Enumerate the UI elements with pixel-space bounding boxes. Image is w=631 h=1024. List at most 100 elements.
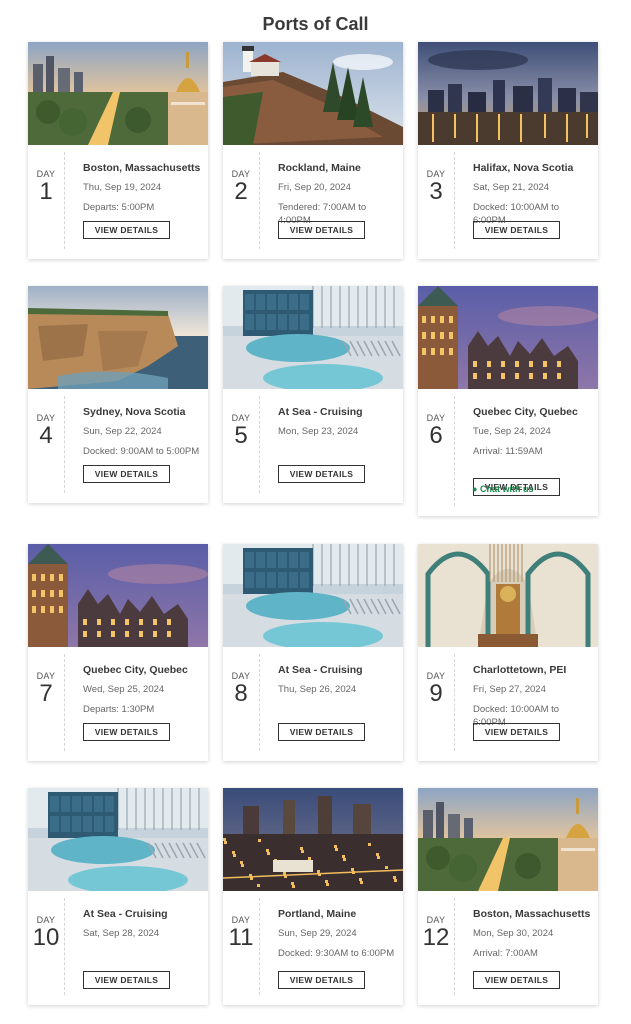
port-date: Mon, Sep 30, 2024 [473, 928, 554, 939]
port-name: Portland, Maine [278, 908, 357, 920]
port-name: Boston, Massachusetts [473, 908, 591, 920]
port-photo [223, 42, 403, 145]
divider [454, 152, 455, 249]
port-info: Sydney, Nova Scotia Sun, Sep 22, 2024 Dock… [83, 404, 201, 458]
day-indicator: DAY 9 [418, 647, 454, 706]
port-date: Sat, Sep 21, 2024 [473, 182, 550, 193]
port-schedule: Docked: 9:00AM to 5:00PM [83, 446, 200, 457]
divider [64, 152, 65, 249]
day-number: 1 [39, 178, 53, 205]
port-card-day-11: DAY 11 Portland, Maine Sun, Sep 29, 2024 Doc… [223, 788, 403, 1005]
port-info: At Sea - Cruising Mon, Sep 23, 2024 [278, 404, 396, 438]
day-number: 2 [234, 178, 248, 205]
port-info: Boston, Massachusetts Thu, Sep 19, 2024 De… [83, 160, 201, 214]
page-title: Ports of Call [262, 14, 369, 34]
divider [64, 396, 65, 493]
day-number: 7 [39, 680, 53, 707]
day-indicator: DAY 7 [28, 647, 64, 706]
port-photo [28, 42, 208, 145]
day-indicator: DAY 2 [223, 145, 259, 204]
port-info: Halifax, Nova Scotia Sat, Sep 21, 2024 Doc… [473, 160, 591, 227]
day-number: 8 [234, 680, 248, 707]
port-schedule: Arrival: 7:00AM [473, 948, 538, 959]
port-schedule: Arrival: 11:59AM [473, 446, 543, 457]
port-date: Thu, Sep 26, 2024 [278, 684, 357, 695]
port-date: Tue, Sep 24, 2024 [473, 426, 551, 437]
view-details-button[interactable]: VIEW DETAILS [83, 221, 170, 239]
port-info: At Sea - Cruising Sat, Sep 28, 2024 [83, 906, 201, 940]
port-card-day-3: DAY 3 Halifax, Nova Scotia Sat, Sep 21, 202… [418, 42, 598, 259]
port-card-day-2: DAY 2 Rockland, Maine Fri, Sep 20, 2024 Tend… [223, 42, 403, 259]
port-info: Quebec City, Quebec Tue, Sep 24, 2024 Arri… [473, 404, 591, 458]
port-name: Boston, Massachusetts [83, 162, 201, 174]
divider [454, 654, 455, 751]
port-name: Quebec City, Quebec [473, 406, 578, 418]
port-schedule: Docked: 9:30AM to 6:00PM [278, 948, 395, 959]
port-card-day-7: DAY 7 Quebec City, Quebec Wed, Sep 25, 2024… [28, 544, 208, 761]
day-number: 3 [429, 178, 443, 205]
view-details-button[interactable]: VIEW DETAILS [473, 723, 560, 741]
view-details-button[interactable]: VIEW DETAILS [278, 971, 365, 989]
port-info: Quebec City, Quebec Wed, Sep 25, 2024 Depa… [83, 662, 201, 716]
day-indicator: DAY 12 [418, 891, 454, 950]
port-photo [223, 544, 403, 647]
divider [64, 898, 65, 995]
port-card-day-8: DAY 8 At Sea - Cruising Thu, Sep 26, 2024 VI… [223, 544, 403, 761]
day-indicator: DAY 1 [28, 145, 64, 204]
port-photo [418, 544, 598, 647]
port-date: Sun, Sep 29, 2024 [278, 928, 357, 939]
chat-label: Chat with us [479, 484, 534, 494]
divider [259, 396, 260, 493]
port-info: Portland, Maine Sun, Sep 29, 2024 Docked: … [278, 906, 396, 960]
port-date: Sat, Sep 28, 2024 [83, 928, 160, 939]
port-photo [418, 42, 598, 145]
day-number: 4 [39, 422, 53, 449]
day-indicator: DAY 4 [28, 389, 64, 448]
chat-icon: ● [472, 484, 478, 494]
view-details-button[interactable]: VIEW DETAILS [278, 465, 365, 483]
port-photo [418, 286, 598, 389]
day-number: 9 [429, 680, 443, 707]
port-name: Sydney, Nova Scotia [83, 406, 186, 418]
view-details-button[interactable]: VIEW DETAILS [83, 465, 170, 483]
port-name: Rockland, Maine [278, 162, 361, 174]
chat-widget[interactable]: ● Chat with us [472, 484, 533, 494]
view-details-button[interactable]: VIEW DETAILS [278, 723, 365, 741]
divider [259, 152, 260, 249]
divider [259, 654, 260, 751]
port-date: Wed, Sep 25, 2024 [83, 684, 165, 695]
port-name: Charlottetown, PEI [473, 664, 567, 676]
view-details-button[interactable]: VIEW DETAILS [83, 723, 170, 741]
port-photo [28, 286, 208, 389]
view-details-button[interactable]: VIEW DETAILS [83, 971, 170, 989]
day-number: 10 [32, 924, 60, 951]
view-details-button[interactable]: VIEW DETAILS [278, 221, 365, 239]
port-date: Mon, Sep 23, 2024 [278, 426, 359, 437]
port-card-day-4: DAY 4 Sydney, Nova Scotia Sun, Sep 22, 2024… [28, 286, 208, 503]
port-name: At Sea - Cruising [278, 406, 363, 418]
port-info: Boston, Massachusetts Mon, Sep 30, 2024 Ar… [473, 906, 591, 960]
port-date: Sun, Sep 22, 2024 [83, 426, 162, 437]
day-indicator: DAY 3 [418, 145, 454, 204]
view-details-button[interactable]: VIEW DETAILS [473, 221, 560, 239]
divider [454, 898, 455, 995]
day-number: 12 [422, 924, 450, 951]
day-number: 11 [228, 924, 254, 951]
port-date: Thu, Sep 19, 2024 [83, 182, 162, 193]
port-info: At Sea - Cruising Thu, Sep 26, 2024 [278, 662, 396, 696]
port-card-day-6: DAY 6 Quebec City, Quebec Tue, Sep 24, 2024… [418, 286, 598, 516]
port-date: Fri, Sep 27, 2024 [473, 684, 546, 695]
port-card-day-5: DAY 5 At Sea - Cruising Mon, Sep 23, 2024 VI… [223, 286, 403, 503]
day-indicator: DAY 10 [28, 891, 64, 950]
port-card-day-9: DAY 9 Charlottetown, PEI Fri, Sep 27, 2024 D… [418, 544, 598, 761]
divider [64, 654, 65, 751]
port-name: Halifax, Nova Scotia [473, 162, 574, 174]
port-info: Rockland, Maine Fri, Sep 20, 2024 Tendered… [278, 160, 396, 227]
port-date: Fri, Sep 20, 2024 [278, 182, 351, 193]
port-name: At Sea - Cruising [278, 664, 363, 676]
view-details-button[interactable]: VIEW DETAILS [473, 971, 560, 989]
port-schedule: Departs: 5:00PM [83, 202, 155, 213]
port-photo [28, 788, 208, 891]
port-photo [418, 788, 598, 891]
port-info: Charlottetown, PEI Fri, Sep 27, 2024 Docke… [473, 662, 591, 729]
